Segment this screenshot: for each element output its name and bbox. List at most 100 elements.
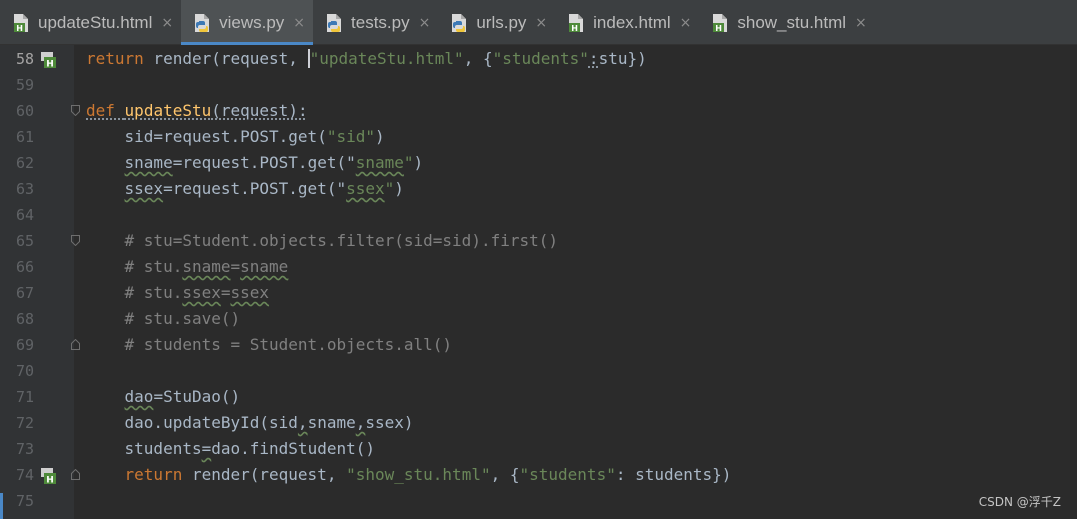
line-number: 67 (15, 284, 34, 302)
code-text: # stu.save() (86, 306, 241, 332)
code-token: ssex (182, 283, 221, 302)
line-number: 61 (15, 128, 34, 146)
code-token: sid=request.POST.get( (86, 127, 327, 146)
tab-close-icon[interactable]: × (680, 15, 692, 31)
tab-updatestu-html[interactable]: HupdateStu.html × (0, 0, 181, 45)
code-text: ssex=request.POST.get("ssex") (86, 176, 404, 202)
code-token: = (220, 283, 231, 302)
python-file-icon (327, 13, 342, 32)
code-line[interactable]: 69 # students = Student.objects.all() (0, 332, 1077, 358)
code-line[interactable]: 67 # stu.ssex=ssex (0, 280, 1077, 306)
tab-views-py[interactable]: views.py × (181, 0, 314, 45)
svg-text:H: H (46, 476, 54, 486)
code-token: ssex) (365, 413, 414, 432)
code-text: # stu=Student.objects.filter(sid=sid).fi… (86, 228, 558, 254)
line-number: 64 (15, 206, 34, 224)
csdn-watermark: CSDN @浮千Z (978, 495, 1061, 509)
code-line[interactable]: 72 dao.updateById(sid,sname,ssex) (0, 410, 1077, 436)
tab-close-icon[interactable]: × (535, 15, 547, 31)
code-token: ) (394, 179, 404, 198)
editor-tab-bar: HupdateStu.html × views.py × tests.py × urls.p… (0, 0, 1077, 45)
code-text: # students = Student.objects.all() (86, 332, 453, 358)
code-token: , { (490, 465, 520, 484)
code-text: return render(request, "show_stu.html", … (86, 462, 732, 488)
code-line[interactable]: 70 (0, 358, 1077, 384)
code-token: " (346, 153, 356, 172)
html-template-icon[interactable]: H (40, 467, 58, 485)
code-text: def updateStu(request): (86, 98, 308, 124)
code-line[interactable]: 65 # stu=Student.objects.filter(sid=sid)… (0, 228, 1077, 254)
code-line[interactable]: 73 students=dao.findStudent() (0, 436, 1077, 462)
code-editor[interactable]: 58 Hreturn render(request, "updateStu.htm… (0, 45, 1077, 519)
code-token: render(request, (182, 465, 347, 484)
html-template-icon[interactable]: H (40, 51, 58, 69)
code-token: # students = Student.objects.all() (86, 335, 453, 354)
code-line[interactable]: 64 (0, 202, 1077, 228)
code-line[interactable]: 62 sname=request.POST.get("sname") (0, 150, 1077, 176)
code-token: "show_stu.html" (346, 465, 491, 484)
svg-text:H: H (571, 24, 578, 33)
code-token: render(request, (143, 49, 308, 68)
tab-label: updateStu.html (38, 12, 153, 32)
code-line[interactable]: 71 dao=StuDao() (0, 384, 1077, 410)
line-number: 65 (15, 232, 34, 250)
tab-label: show_stu.html (737, 12, 847, 32)
code-token: , (355, 413, 366, 432)
code-token: dao.updateById(sid (86, 413, 298, 432)
code-token: def (86, 101, 115, 120)
html-file-icon: H (14, 13, 28, 33)
tab-label: tests.py (351, 12, 410, 32)
tab-close-icon[interactable]: × (293, 15, 305, 31)
line-number: 72 (15, 414, 34, 432)
code-token: : students}) (615, 465, 732, 484)
code-text: students=dao.findStudent() (86, 436, 375, 462)
code-line[interactable]: 66 # stu.sname=sname (0, 254, 1077, 280)
code-text: # stu.ssex=ssex (86, 280, 270, 306)
fold-start-marker-icon[interactable] (71, 105, 80, 116)
code-line[interactable]: 63 ssex=request.POST.get("ssex") (0, 176, 1077, 202)
code-text: sid=request.POST.get("sid") (86, 124, 385, 150)
line-number: 58 (15, 50, 34, 68)
fold-end-marker-icon[interactable] (71, 339, 80, 350)
tab-show-stu-html[interactable]: Hshow_stu.html × (699, 0, 874, 45)
code-token: , (297, 413, 308, 432)
tab-close-icon[interactable]: × (419, 15, 431, 31)
code-token: # stu. (86, 283, 183, 302)
code-line[interactable]: 59 (0, 72, 1077, 98)
code-line[interactable]: 68 # stu.save() (0, 306, 1077, 332)
code-text: dao=StuDao() (86, 384, 241, 410)
code-token: =request.POST.get( (163, 179, 337, 198)
code-token: = (201, 439, 212, 458)
code-line[interactable]: 74 H return render(request, "show_stu.htm… (0, 462, 1077, 488)
code-token: "students" (519, 465, 616, 484)
line-number: 59 (15, 76, 34, 94)
code-token: " (336, 179, 347, 198)
line-number: 73 (15, 440, 34, 458)
line-number: 75 (15, 492, 34, 510)
code-line[interactable]: 60 def updateStu(request): (0, 98, 1077, 124)
code-text: dao.updateById(sid,sname,ssex) (86, 410, 414, 436)
html-file-icon: H (713, 13, 728, 33)
tab-close-icon[interactable]: × (855, 15, 867, 31)
tab-index-html[interactable]: Hindex.html × (555, 0, 699, 45)
tab-tests-py[interactable]: tests.py × (313, 0, 438, 45)
python-file-icon (452, 13, 467, 32)
fold-start-marker-icon[interactable] (71, 235, 80, 246)
code-line[interactable]: 75 (0, 488, 1077, 514)
fold-end-marker-icon[interactable] (71, 469, 80, 480)
line-number: 66 (15, 258, 34, 276)
line-number: 69 (15, 336, 34, 354)
code-text: return render(request, "updateStu.html",… (86, 46, 647, 72)
code-token: return (86, 49, 144, 68)
tab-label: index.html (593, 12, 671, 32)
python-file-icon (195, 13, 210, 32)
code-line[interactable]: 61 sid=request.POST.get("sid") (0, 124, 1077, 150)
tab-close-icon[interactable]: × (161, 15, 173, 31)
code-line[interactable]: 58 Hreturn render(request, "updateStu.htm… (0, 46, 1077, 72)
tab-urls-py[interactable]: urls.py × (438, 0, 555, 45)
svg-text:H: H (16, 24, 23, 33)
